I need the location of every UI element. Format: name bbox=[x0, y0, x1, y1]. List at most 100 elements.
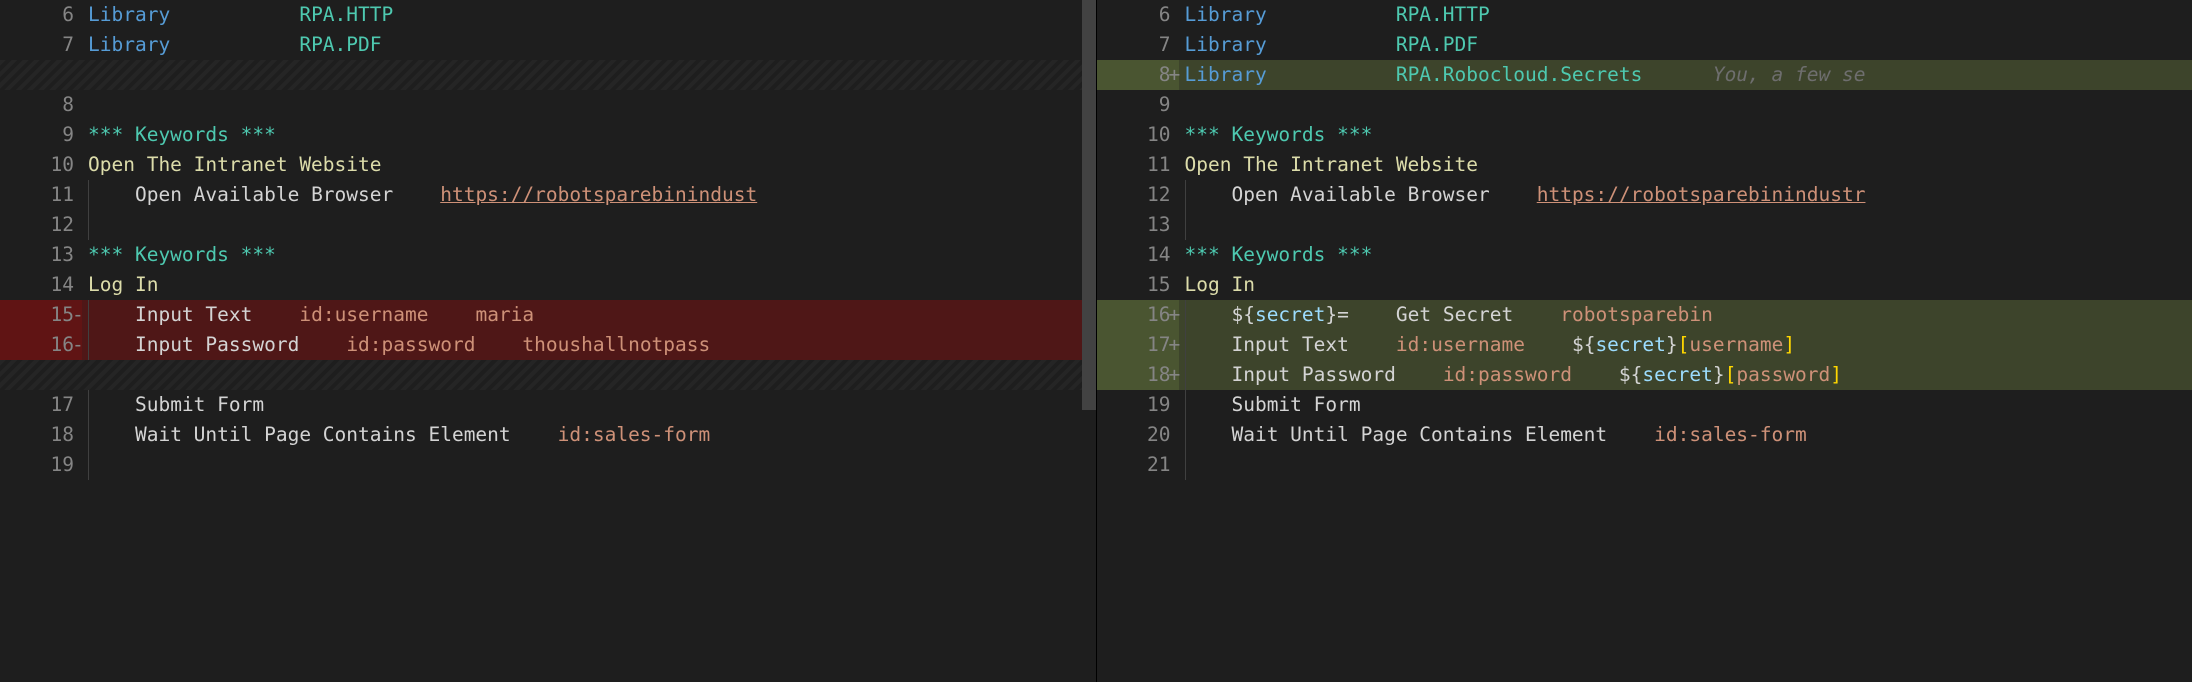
code-line[interactable]: 7Library RPA.PDF bbox=[1097, 30, 2192, 60]
code-line[interactable]: 13*** Keywords *** bbox=[0, 240, 1096, 270]
diff-view: 6Library RPA.HTTP7Library RPA.PDF89*** K… bbox=[0, 0, 2192, 682]
code-content[interactable]: Library RPA.HTTP bbox=[1179, 0, 2192, 30]
code-content[interactable]: Library RPA.Robocloud.Secrets You, a few… bbox=[1179, 60, 2192, 90]
scrollbar[interactable] bbox=[1082, 0, 1096, 682]
code-line[interactable]: 9*** Keywords *** bbox=[0, 120, 1096, 150]
code-line[interactable]: 13 bbox=[1097, 210, 2192, 240]
code-line[interactable]: 6Library RPA.HTTP bbox=[0, 0, 1096, 30]
code-content[interactable]: Library RPA.PDF bbox=[82, 30, 1096, 60]
diff-pane-modified[interactable]: 6Library RPA.HTTP7Library RPA.PDF8+Libra… bbox=[1097, 0, 2192, 682]
code-line[interactable] bbox=[0, 60, 1096, 90]
scrollbar-thumb[interactable] bbox=[1082, 0, 1096, 410]
code-content[interactable]: *** Keywords *** bbox=[82, 240, 1096, 270]
code-line[interactable]: 16+ ${secret}= Get Secret robotsparebin bbox=[1097, 300, 2192, 330]
code-line[interactable]: 14Log In bbox=[0, 270, 1096, 300]
code-content[interactable]: Input Password id:password ${secret}[pas… bbox=[1179, 360, 2192, 390]
line-number: 16- bbox=[0, 330, 82, 360]
indent-guide bbox=[88, 390, 89, 420]
line-number: 19 bbox=[1097, 390, 1179, 420]
code-content[interactable]: Input Text id:username maria bbox=[82, 300, 1096, 330]
url-link[interactable]: https://robotsparebinindust bbox=[440, 183, 757, 206]
code-content[interactable]: Submit Form bbox=[82, 390, 1096, 420]
line-number bbox=[0, 360, 82, 390]
code-content[interactable]: Open Available Browser https://robotspar… bbox=[1179, 180, 2192, 210]
code-content[interactable]: Submit Form bbox=[1179, 390, 2192, 420]
code-content[interactable] bbox=[82, 60, 1096, 90]
line-number: 16+ bbox=[1097, 300, 1179, 330]
line-number: 11 bbox=[1097, 150, 1179, 180]
code-content[interactable]: Input Password id:password thoushallnotp… bbox=[82, 330, 1096, 360]
code-line[interactable]: 10Open The Intranet Website bbox=[0, 150, 1096, 180]
code-line[interactable]: 7Library RPA.PDF bbox=[0, 30, 1096, 60]
code-line[interactable]: 8 bbox=[0, 90, 1096, 120]
code-line[interactable]: 9 bbox=[1097, 90, 2192, 120]
code-line[interactable]: 19 Submit Form bbox=[1097, 390, 2192, 420]
code-content[interactable]: *** Keywords *** bbox=[82, 120, 1096, 150]
line-number: 12 bbox=[0, 210, 82, 240]
code-content[interactable] bbox=[1179, 210, 2192, 240]
code-line[interactable]: 8+Library RPA.Robocloud.Secrets You, a f… bbox=[1097, 60, 2192, 90]
code-line[interactable]: 10*** Keywords *** bbox=[1097, 120, 2192, 150]
line-number: 15- bbox=[0, 300, 82, 330]
code-content[interactable]: Log In bbox=[1179, 270, 2192, 300]
code-content[interactable]: Library RPA.PDF bbox=[1179, 30, 2192, 60]
code-line[interactable]: 17+ Input Text id:username ${secret}[use… bbox=[1097, 330, 2192, 360]
diff-del-marker: - bbox=[72, 300, 82, 330]
line-number: 10 bbox=[0, 150, 82, 180]
indent-guide bbox=[1185, 330, 1186, 360]
code-content[interactable]: Open The Intranet Website bbox=[82, 150, 1096, 180]
code-line[interactable]: 14*** Keywords *** bbox=[1097, 240, 2192, 270]
code-line[interactable]: 15Log In bbox=[1097, 270, 2192, 300]
code-line[interactable]: 20 Wait Until Page Contains Element id:s… bbox=[1097, 420, 2192, 450]
code-content[interactable] bbox=[82, 450, 1096, 480]
code-content[interactable]: Log In bbox=[82, 270, 1096, 300]
code-line[interactable]: 17 Submit Form bbox=[0, 390, 1096, 420]
code-content[interactable]: Wait Until Page Contains Element id:sale… bbox=[82, 420, 1096, 450]
line-number: 11 bbox=[0, 180, 82, 210]
indent-guide bbox=[88, 210, 89, 240]
code-line[interactable] bbox=[0, 360, 1096, 390]
code-line[interactable]: 12 Open Available Browser https://robots… bbox=[1097, 180, 2192, 210]
code-line[interactable]: 12 bbox=[0, 210, 1096, 240]
line-number: 15 bbox=[1097, 270, 1179, 300]
code-content[interactable] bbox=[82, 90, 1096, 120]
code-content[interactable]: *** Keywords *** bbox=[1179, 120, 2192, 150]
code-content[interactable]: Open The Intranet Website bbox=[1179, 150, 2192, 180]
indent-guide bbox=[1185, 420, 1186, 450]
code-content[interactable]: *** Keywords *** bbox=[1179, 240, 2192, 270]
diff-del-marker: - bbox=[72, 330, 82, 360]
diff-add-marker: + bbox=[1169, 60, 1179, 90]
line-number: 18 bbox=[0, 420, 82, 450]
line-number: 10 bbox=[1097, 120, 1179, 150]
indent-guide bbox=[1185, 210, 1186, 240]
code-line[interactable]: 11 Open Available Browser https://robots… bbox=[0, 180, 1096, 210]
code-content[interactable]: Wait Until Page Contains Element id:sale… bbox=[1179, 420, 2192, 450]
code-line[interactable]: 16- Input Password id:password thoushall… bbox=[0, 330, 1096, 360]
line-number: 20 bbox=[1097, 420, 1179, 450]
code-line[interactable]: 15- Input Text id:username maria bbox=[0, 300, 1096, 330]
line-number: 13 bbox=[0, 240, 82, 270]
line-number: 8+ bbox=[1097, 60, 1179, 90]
code-content[interactable]: Library RPA.HTTP bbox=[82, 0, 1096, 30]
line-number: 14 bbox=[1097, 240, 1179, 270]
code-line[interactable]: 18+ Input Password id:password ${secret}… bbox=[1097, 360, 2192, 390]
code-content[interactable] bbox=[1179, 450, 2192, 480]
code-line[interactable]: 6Library RPA.HTTP bbox=[1097, 0, 2192, 30]
code-content[interactable] bbox=[82, 360, 1096, 390]
line-number: 9 bbox=[1097, 90, 1179, 120]
code-content[interactable] bbox=[82, 210, 1096, 240]
code-content[interactable]: Open Available Browser https://robotspar… bbox=[82, 180, 1096, 210]
code-content[interactable]: ${secret}= Get Secret robotsparebin bbox=[1179, 300, 2192, 330]
code-content[interactable] bbox=[1179, 90, 2192, 120]
line-number: 18+ bbox=[1097, 360, 1179, 390]
code-line[interactable]: 18 Wait Until Page Contains Element id:s… bbox=[0, 420, 1096, 450]
line-number: 14 bbox=[0, 270, 82, 300]
indent-guide bbox=[88, 180, 89, 210]
line-number: 19 bbox=[0, 450, 82, 480]
code-content[interactable]: Input Text id:username ${secret}[usernam… bbox=[1179, 330, 2192, 360]
url-link[interactable]: https://robotsparebinindustr bbox=[1537, 183, 1866, 206]
diff-pane-original[interactable]: 6Library RPA.HTTP7Library RPA.PDF 89*** K… bbox=[0, 0, 1097, 682]
code-line[interactable]: 19 bbox=[0, 450, 1096, 480]
code-line[interactable]: 11Open The Intranet Website bbox=[1097, 150, 2192, 180]
code-line[interactable]: 21 bbox=[1097, 450, 2192, 480]
